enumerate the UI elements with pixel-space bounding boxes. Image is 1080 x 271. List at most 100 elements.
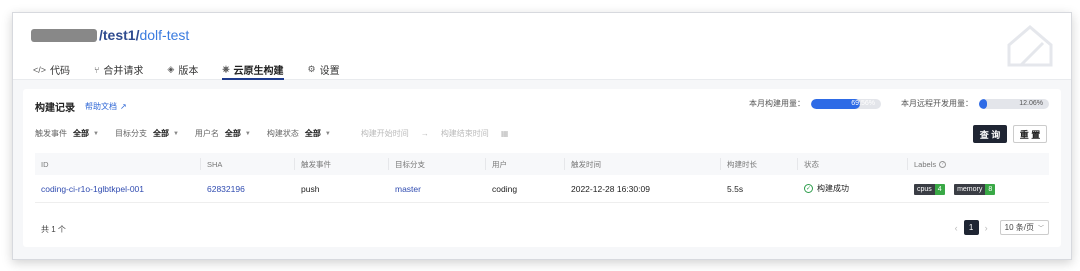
caret-down-icon: ▼	[324, 130, 331, 137]
end-date-input[interactable]: 构建结束时间	[441, 128, 489, 139]
tab-label: 版本	[178, 66, 199, 77]
table-header: ID SHA 触发事件 目标分支 用户 触发时间 构建时长 状态 Labels?	[35, 153, 1049, 175]
trigger-time-cell: 2022-12-28 16:30:09	[571, 183, 650, 194]
status-text: 构建成功	[817, 184, 849, 193]
trigger-event-cell: push	[301, 183, 320, 194]
tab-settings[interactable]: ⚙ 设置	[308, 59, 340, 80]
status-cell: ✓ 构建成功	[798, 183, 908, 194]
build-records-card: 构建记录 帮助文档 ↗ 本月构建用量： 69.56% 本月远程开发用量： 12.0…	[23, 89, 1061, 247]
filter-username[interactable]: 用户名 全部 ▼	[195, 128, 251, 139]
layers-icon: ◈	[167, 64, 175, 74]
tab-label: 合并请求	[103, 66, 144, 77]
column-header-label: Labels	[914, 159, 937, 169]
tab-merge-requests[interactable]: ⑂ 合并请求	[94, 59, 143, 80]
column-header: 触发事件	[295, 158, 389, 170]
cloud-native-icon: ⎈	[222, 64, 230, 74]
gear-icon: ⚙	[307, 64, 316, 74]
duration-cell: 5.5s	[727, 183, 744, 194]
code-icon: </>	[33, 64, 47, 75]
column-header: 构建时长	[721, 158, 798, 170]
label-value: 8	[985, 183, 996, 195]
filter-value: 全部	[224, 129, 241, 138]
build-usage-percent: 69.56%	[851, 99, 875, 107]
team-link[interactable]: test1	[103, 27, 136, 43]
help-label: 帮助文档	[85, 102, 117, 111]
remote-usage-percent: 12.06%	[1019, 99, 1043, 107]
commit-sha-link[interactable]: 62832196	[201, 184, 295, 194]
build-table: ID SHA 触发事件 目标分支 用户 触发时间 构建时长 状态 Labels?…	[35, 153, 1049, 203]
label-key: memory	[954, 183, 986, 195]
tab-code[interactable]: </> 代码	[33, 59, 70, 80]
filter-label: 构建状态	[266, 129, 299, 138]
tab-label: 设置	[319, 66, 340, 77]
column-header: 状态	[798, 158, 908, 170]
tab-label: 代码	[50, 66, 71, 77]
tab-label: 云原生构建	[233, 66, 284, 77]
filter-value: 全部	[304, 129, 321, 138]
filter-value: 全部	[152, 129, 169, 138]
app-window: / test1 / dolf-test </> 代码 ⑂ 合并请求 ◈ 版本 ⎈ 云原生…	[12, 12, 1072, 260]
build-usage: 本月构建用量： 69.56%	[749, 98, 881, 109]
column-header: ID	[35, 158, 201, 170]
caret-down-icon: ▼	[244, 130, 251, 137]
filter-label: 目标分支	[114, 129, 147, 138]
label-value: 4	[934, 183, 945, 195]
column-header: 用户	[486, 158, 565, 170]
merge-request-icon: ⑂	[94, 64, 100, 75]
next-page-icon[interactable]: ›	[985, 223, 988, 233]
filter-label: 用户名	[194, 129, 219, 138]
caret-down-icon: ▼	[93, 130, 99, 137]
prev-page-icon[interactable]: ‹	[955, 223, 958, 233]
project-link[interactable]: dolf-test	[139, 27, 189, 43]
filter-target-branch[interactable]: 目标分支 全部 ▼	[115, 128, 179, 139]
build-id-link[interactable]: coding-ci-r1o-1glbtkpel-001	[35, 184, 201, 194]
page-1-button[interactable]: 1	[963, 220, 979, 235]
table-row[interactable]: coding-ci-r1o-1glbtkpel-001 62832196 pus…	[35, 175, 1049, 203]
label-tag: memory 8	[954, 183, 996, 195]
column-header: SHA	[201, 158, 295, 170]
filter-build-status[interactable]: 构建状态 全部 ▼	[267, 128, 331, 139]
tab-versions[interactable]: ◈ 版本	[167, 59, 198, 80]
label-key: cpus	[914, 183, 935, 195]
remote-usage: 本月远程开发用量： 12.06%	[901, 98, 1049, 109]
user-cell: coding	[492, 183, 518, 194]
reset-button[interactable]: 重 置	[1013, 125, 1047, 143]
branch-link[interactable]: master	[389, 184, 486, 194]
remote-usage-bar: 12.06%	[979, 98, 1049, 109]
repo-header: / test1 / dolf-test </> 代码 ⑂ 合并请求 ◈ 版本 ⎈ 云原生…	[13, 13, 1071, 80]
page-size-select[interactable]: 10 条/页 ﹀	[999, 220, 1049, 235]
label-tag: cpus 4	[914, 183, 945, 195]
card-title: 构建记录	[35, 103, 75, 114]
repo-breadcrumb: / test1 / dolf-test	[31, 27, 189, 43]
range-arrow: →	[420, 129, 429, 138]
help-docs-link[interactable]: 帮助文档 ↗	[85, 101, 127, 112]
masked-owner	[31, 28, 97, 42]
calendar-icon[interactable]: ▦	[501, 129, 509, 138]
remote-usage-label: 本月远程开发用量：	[901, 99, 973, 108]
build-usage-bar: 69.56%	[811, 98, 881, 109]
total-count: 共 1 个	[41, 225, 66, 234]
filter-bar: 触发事件 全部 ▼ 目标分支 全部 ▼ 用户名 全部 ▼ 构建状态 全部 ▼ 构建开始时间 → …	[35, 128, 520, 139]
column-header: 目标分支	[389, 158, 486, 170]
repo-tabs: </> 代码 ⑂ 合并请求 ◈ 版本 ⎈ 云原生构建 ⚙ 设置	[33, 59, 364, 80]
chevron-down-icon: ﹀	[1037, 226, 1044, 232]
column-header: 触发时间	[565, 158, 721, 170]
filter-trigger-event[interactable]: 触发事件 全部 ▼	[35, 128, 99, 139]
filter-label: 触发事件	[35, 129, 67, 138]
page-size-value: 10 条/页	[1004, 223, 1034, 232]
query-button[interactable]: 查 询	[973, 125, 1007, 143]
date-range-picker[interactable]: 构建开始时间 → 构建结束时间 ▦	[361, 128, 521, 139]
caret-down-icon: ▼	[172, 130, 179, 137]
card-header: 构建记录 帮助文档 ↗	[35, 99, 127, 114]
pagination: ‹ 1 › 10 条/页 ﹀	[949, 220, 1049, 235]
info-icon[interactable]: ?	[939, 160, 947, 168]
check-circle-icon: ✓	[804, 184, 813, 193]
build-usage-label: 本月构建用量：	[749, 99, 805, 108]
labels-cell: cpus 4 memory 8	[908, 183, 1049, 195]
start-date-input[interactable]: 构建开始时间	[361, 128, 409, 139]
watermark-house-icon	[1007, 25, 1053, 67]
filter-value: 全部	[73, 129, 89, 138]
tab-cloud-native-build[interactable]: ⎈ 云原生构建	[222, 59, 284, 80]
column-header-labels: Labels?	[908, 158, 1049, 170]
remote-usage-fill	[979, 98, 988, 109]
